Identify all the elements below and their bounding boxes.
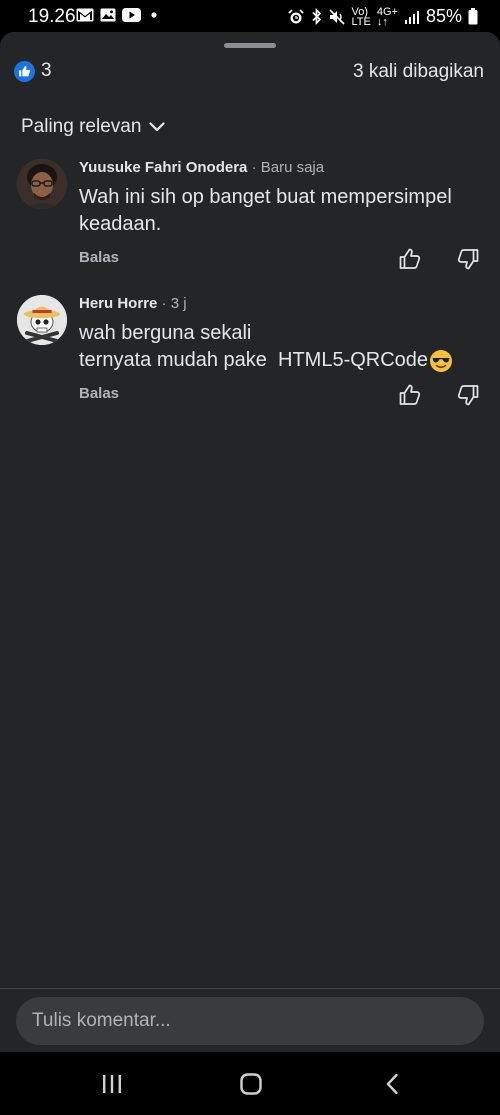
- like-reaction-icon: [14, 60, 35, 82]
- thumbs-up-icon[interactable]: [398, 383, 422, 407]
- alarm-icon: [287, 8, 304, 23]
- comments-sheet: 3 3 kali dibagikan Paling relevan Yuusuk…: [0, 32, 500, 1052]
- sort-label: Paling relevan: [21, 116, 142, 137]
- comment-input[interactable]: [16, 997, 484, 1045]
- home-button[interactable]: [231, 1068, 271, 1100]
- comment-text: wah berguna sekali ternyata mudah pake H…: [79, 320, 484, 374]
- status-time: 19.26: [28, 6, 76, 27]
- battery-icon: [468, 8, 478, 25]
- gmail-icon: [76, 8, 94, 22]
- reply-button[interactable]: Balas: [79, 385, 119, 402]
- share-count[interactable]: 3 kali dibagikan: [353, 61, 484, 83]
- comment-text-line: wah berguna sekali: [79, 322, 252, 344]
- drag-handle[interactable]: [224, 43, 276, 48]
- status-bar: 19.26 Vo) LTE 4G+ ↓↑ 85%: [0, 0, 500, 32]
- thumbs-down-icon[interactable]: [456, 383, 480, 407]
- lte-label: LTE: [351, 15, 371, 28]
- notification-icons: [76, 8, 161, 22]
- mute-icon: [328, 8, 345, 25]
- cool-sunglasses-emoji-icon: [430, 349, 453, 372]
- system-icons: Vo) LTE 4G+ ↓↑ 85%: [287, 5, 479, 28]
- notification-dot-icon: [151, 12, 157, 18]
- comment-time: · Baru saja: [251, 159, 325, 176]
- comment-author[interactable]: Heru Horre: [79, 295, 157, 312]
- bluetooth-icon: [311, 8, 321, 25]
- recent-apps-icon: [103, 1075, 121, 1093]
- home-icon: [240, 1073, 262, 1095]
- comment-header: Heru Horre · 3 j: [79, 295, 187, 312]
- thumbs-up-icon[interactable]: [398, 247, 422, 271]
- reaction-count: 3: [41, 60, 52, 81]
- signal-icon: [404, 10, 419, 24]
- navigation-bar: [0, 1052, 500, 1115]
- network-type-label: 4G+: [376, 5, 398, 18]
- volte-indicator: Vo) LTE: [351, 6, 371, 28]
- reply-button[interactable]: Balas: [79, 249, 119, 266]
- reaction-summary[interactable]: 3: [14, 60, 52, 82]
- avatar[interactable]: [17, 159, 67, 209]
- sort-dropdown[interactable]: Paling relevan: [21, 116, 166, 138]
- thumbs-down-icon[interactable]: [456, 247, 480, 271]
- chevron-down-icon: [149, 122, 166, 132]
- avatar[interactable]: [17, 295, 67, 345]
- comment-header: Yuusuke Fahri Onodera · Baru saja: [79, 159, 324, 176]
- comment-text-line: ternyata mudah pake HTML5-QRCode: [79, 349, 429, 371]
- network-indicator: 4G+ ↓↑: [376, 5, 398, 28]
- youtube-icon: [122, 8, 141, 22]
- back-icon: [386, 1073, 398, 1095]
- recent-apps-button[interactable]: [92, 1068, 132, 1100]
- comment-time: · 3 j: [161, 295, 187, 312]
- back-button[interactable]: [372, 1068, 412, 1100]
- comment-composer: [0, 988, 500, 1052]
- battery-percent: 85%: [425, 6, 462, 26]
- comment-text-line-with-emoji: ternyata mudah pake HTML5-QRCode: [79, 347, 484, 374]
- comment-author[interactable]: Yuusuke Fahri Onodera: [79, 159, 247, 176]
- gallery-icon: [100, 8, 116, 22]
- comment-text: Wah ini sih op banget buat mempersimpel …: [79, 186, 452, 235]
